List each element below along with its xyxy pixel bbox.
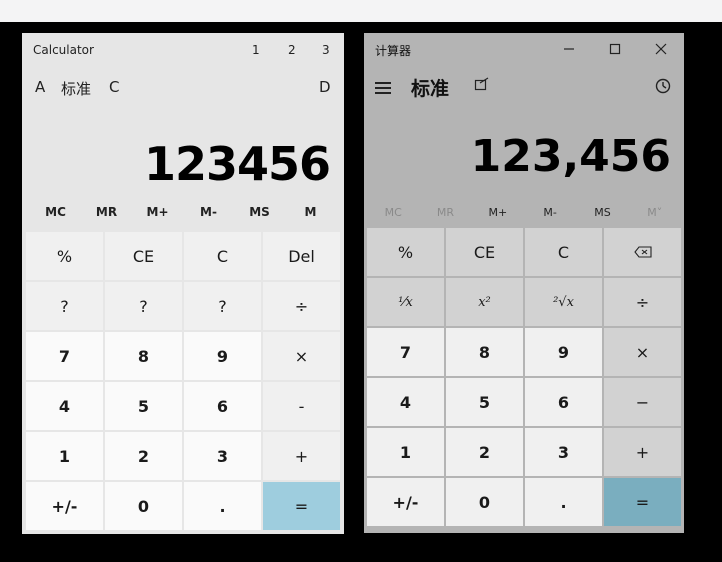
calculator-right: 计算器 标准 123,456 MC MR M+ M- MS M˅ % CE C … bbox=[364, 33, 684, 533]
digit-0-button[interactable]: 0 bbox=[446, 478, 523, 526]
divide-button[interactable]: ÷ bbox=[263, 282, 340, 330]
percent-button[interactable]: % bbox=[26, 232, 103, 280]
keep-on-top-icon[interactable] bbox=[474, 77, 490, 97]
mode-a-button[interactable]: A bbox=[35, 78, 45, 96]
maximize-icon bbox=[609, 43, 621, 55]
tab-2[interactable]: 2 bbox=[288, 43, 296, 57]
memory-row: MC MR M+ M- MS M bbox=[30, 205, 336, 223]
tab-1[interactable]: 1 bbox=[252, 43, 260, 57]
reciprocal-button[interactable]: ¹⁄x bbox=[367, 278, 444, 326]
mode-d-button[interactable]: D bbox=[319, 78, 331, 96]
maximize-button[interactable] bbox=[603, 40, 627, 58]
decimal-button[interactable]: . bbox=[525, 478, 602, 526]
digit-3-button[interactable]: 3 bbox=[525, 428, 602, 476]
negate-button[interactable]: +/- bbox=[26, 482, 103, 530]
tab-3[interactable]: 3 bbox=[322, 43, 330, 57]
clear-entry-button[interactable]: CE bbox=[446, 228, 523, 276]
memory-row: MC MR M+ M- MS M˅ bbox=[367, 206, 681, 222]
digit-2-button[interactable]: 2 bbox=[446, 428, 523, 476]
window-title: 计算器 bbox=[375, 44, 412, 58]
digit-4-button[interactable]: 4 bbox=[367, 378, 444, 426]
memory-subtract-button[interactable]: M- bbox=[524, 206, 576, 222]
history-icon[interactable] bbox=[654, 77, 672, 99]
calculator-left: Calculator 1 2 3 A 标准 C D 123456 MC MR M… bbox=[22, 33, 344, 534]
digit-2-button[interactable]: 2 bbox=[105, 432, 182, 480]
mode-c-button[interactable]: C bbox=[109, 78, 119, 96]
memory-list-button[interactable]: M˅ bbox=[629, 206, 681, 222]
memory-clear-button[interactable]: MC bbox=[30, 205, 81, 223]
memory-clear-button[interactable]: MC bbox=[367, 206, 419, 222]
digit-5-button[interactable]: 5 bbox=[105, 382, 182, 430]
keypad: % CE C Del??? ÷ 7 8 9 × 4 5 6-1 2 3 + +/- 0. = bbox=[26, 232, 340, 530]
divide-button[interactable]: ÷ bbox=[604, 278, 681, 326]
multiply-button[interactable]: × bbox=[604, 328, 681, 376]
clear-entry-button[interactable]: CE bbox=[105, 232, 182, 280]
digit-1-button[interactable]: 1 bbox=[26, 432, 103, 480]
add-button[interactable]: + bbox=[263, 432, 340, 480]
percent-button[interactable]: % bbox=[367, 228, 444, 276]
equals-button[interactable]: = bbox=[263, 482, 340, 530]
digit-8-button[interactable]: 8 bbox=[446, 328, 523, 376]
subtract-button[interactable]: − bbox=[604, 378, 681, 426]
digit-1-button[interactable]: 1 bbox=[367, 428, 444, 476]
clear-button[interactable]: C bbox=[525, 228, 602, 276]
square-root-label: ²√x bbox=[553, 294, 574, 310]
close-button[interactable] bbox=[649, 40, 673, 58]
digit-0-button[interactable]: 0 bbox=[105, 482, 182, 530]
backspace-button[interactable] bbox=[604, 228, 681, 276]
negate-button[interactable]: +/- bbox=[367, 478, 444, 526]
minimize-icon bbox=[564, 48, 574, 50]
memory-recall-button[interactable]: MR bbox=[81, 205, 132, 223]
multiply-button[interactable]: × bbox=[263, 332, 340, 380]
reciprocal-label: ¹⁄x bbox=[398, 294, 413, 310]
add-button[interactable]: + bbox=[604, 428, 681, 476]
delete-button[interactable]: Del bbox=[263, 232, 340, 280]
window-title: Calculator bbox=[33, 43, 94, 57]
hamburger-menu-icon[interactable] bbox=[375, 79, 391, 97]
keypad: % CE C ¹⁄x x² ²√x ÷ 7 8 9 × 4 5 6 − 1 2 … bbox=[367, 228, 681, 526]
memory-add-button[interactable]: M+ bbox=[472, 206, 524, 222]
browser-top-strip bbox=[0, 0, 722, 22]
subtract-button[interactable]: - bbox=[263, 382, 340, 430]
digit-7-button[interactable]: 7 bbox=[367, 328, 444, 376]
equals-button[interactable]: = bbox=[604, 478, 681, 526]
digit-7-button[interactable]: 7 bbox=[26, 332, 103, 380]
memory-store-button[interactable]: MS bbox=[576, 206, 628, 222]
square-root-button[interactable]: ²√x bbox=[525, 278, 602, 326]
close-icon bbox=[655, 43, 667, 55]
mode-label: 标准 bbox=[411, 78, 450, 100]
minimize-button[interactable] bbox=[557, 40, 581, 58]
memory-subtract-button[interactable]: M- bbox=[183, 205, 234, 223]
decimal-button[interactable]: . bbox=[184, 482, 261, 530]
clear-button[interactable]: C bbox=[184, 232, 261, 280]
memory-store-button[interactable]: MS bbox=[234, 205, 285, 223]
square-label: x² bbox=[478, 294, 491, 310]
result-display: 123456 bbox=[143, 137, 331, 191]
digit-3-button[interactable]: 3 bbox=[184, 432, 261, 480]
memory-add-button[interactable]: M+ bbox=[132, 205, 183, 223]
unknown-3-button[interactable]: ? bbox=[184, 282, 261, 330]
square-button[interactable]: x² bbox=[446, 278, 523, 326]
memory-recall-button[interactable]: MR bbox=[419, 206, 471, 222]
digit-9-button[interactable]: 9 bbox=[184, 332, 261, 380]
digit-5-button[interactable]: 5 bbox=[446, 378, 523, 426]
memory-list-button[interactable]: M bbox=[285, 205, 336, 223]
unknown-2-button[interactable]: ? bbox=[105, 282, 182, 330]
digit-6-button[interactable]: 6 bbox=[525, 378, 602, 426]
mode-label: 标准 bbox=[61, 80, 92, 98]
backspace-icon bbox=[633, 246, 652, 258]
digit-6-button[interactable]: 6 bbox=[184, 382, 261, 430]
digit-9-button[interactable]: 9 bbox=[525, 328, 602, 376]
result-display: 123,456 bbox=[470, 131, 671, 182]
digit-8-button[interactable]: 8 bbox=[105, 332, 182, 380]
unknown-1-button[interactable]: ? bbox=[26, 282, 103, 330]
digit-4-button[interactable]: 4 bbox=[26, 382, 103, 430]
